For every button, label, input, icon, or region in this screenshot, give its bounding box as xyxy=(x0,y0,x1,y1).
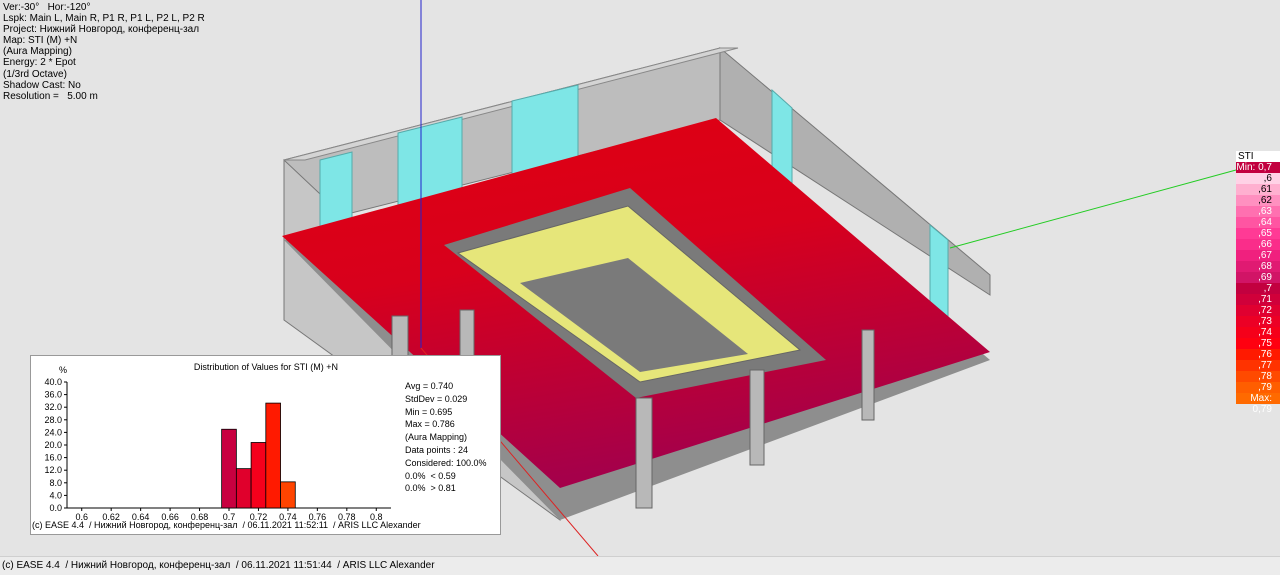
info-line: (1/3rd Octave) xyxy=(3,68,67,80)
legend-row: ,61 xyxy=(1236,184,1280,195)
column-1 xyxy=(635,397,653,509)
y-tick-label: 24.0 xyxy=(44,427,62,437)
y-axis-unit: % xyxy=(59,365,67,375)
legend-row: ,79 xyxy=(1236,382,1280,393)
info-line: Energy: 2 * Epot xyxy=(3,57,76,69)
legend-row: ,7 xyxy=(1236,283,1280,294)
legend-row: ,66 xyxy=(1236,239,1280,250)
legend-row: ,65 xyxy=(1236,228,1280,239)
y-tick-label: 0.0 xyxy=(49,503,62,513)
histogram-bar xyxy=(250,442,267,509)
info-line: Map: STI (M) +N xyxy=(3,35,78,47)
info-line: Project: Нижний Новгород, конференц-зал xyxy=(3,24,200,36)
legend-row: ,73 xyxy=(1236,316,1280,327)
y-tick-label: 12.0 xyxy=(44,465,62,475)
legend-row: ,76 xyxy=(1236,349,1280,360)
column-3 xyxy=(861,329,875,421)
legend-row: ,75 xyxy=(1236,338,1280,349)
legend-row: ,67 xyxy=(1236,250,1280,261)
stat-line: Min = 0.695 xyxy=(405,406,453,417)
stat-line: Considered: 100.0% xyxy=(405,457,487,468)
axis-y xyxy=(949,169,1237,249)
y-tick-label: 32.0 xyxy=(44,402,62,412)
info-line: Ver:-30° Hor:-120° xyxy=(3,2,91,13)
stat-line: Avg = 0.740 xyxy=(405,381,454,391)
status-bar: (c) EASE 4.4 / Нижний Новгород, конферен… xyxy=(0,556,1280,575)
info-line: Shadow Cast: No xyxy=(3,79,81,91)
histogram-title: Distribution of Values for STI (M) +N xyxy=(194,362,338,372)
histogram-stats: Avg = 0.740 StdDev = 0.029 Min = 0.695 M… xyxy=(405,380,487,495)
column-2 xyxy=(749,369,765,466)
histogram-bar xyxy=(280,481,296,509)
stat-line: 0.0% < 0.59 xyxy=(405,470,456,481)
legend-row: ,74 xyxy=(1236,327,1280,338)
histogram-bar xyxy=(221,428,237,509)
y-tick-label: 4.0 xyxy=(49,490,62,500)
y-tick-label: 8.0 xyxy=(49,478,62,488)
info-line: Resolution = 5.00 m xyxy=(3,90,98,102)
legend-row: Min: 0,7 xyxy=(1236,162,1280,173)
sti-color-legend: STI Min: 0,7,6,61,62,63,64,65,66,67,68,6… xyxy=(1236,151,1280,415)
view-info: Ver:-30° Hor:-120° Lspk: Main L, Main R,… xyxy=(3,2,205,102)
y-tick-label: 20.0 xyxy=(44,440,62,450)
legend-row: ,63 xyxy=(1236,206,1280,217)
stat-line: StdDev = 0.029 xyxy=(405,393,468,404)
legend-row: ,64 xyxy=(1236,217,1280,228)
stat-line: 0.0% > 0.81 xyxy=(405,483,456,494)
legend-row: ,68 xyxy=(1236,261,1280,272)
y-tick-label: 40.0 xyxy=(44,377,62,387)
histogram-window[interactable]: Distribution of Values for STI (M) +N% 0.… xyxy=(30,355,501,535)
legend-row: ,6 xyxy=(1236,173,1280,184)
info-line: (Aura Mapping) xyxy=(3,46,72,58)
legend-row: ,72 xyxy=(1236,305,1280,316)
legend-title: STI xyxy=(1238,151,1254,162)
stat-line: (Aura Mapping) xyxy=(405,432,468,443)
stat-line: Max = 0.786 xyxy=(405,419,455,430)
legend-row: ,62 xyxy=(1236,195,1280,206)
stat-line: Data points : 24 xyxy=(405,444,469,455)
y-tick-label: 16.0 xyxy=(44,453,62,463)
histogram-bar xyxy=(235,468,252,509)
column-5 xyxy=(391,315,409,361)
y-tick-label: 36.0 xyxy=(44,390,62,400)
legend-row: Max: 0,79 xyxy=(1236,393,1280,415)
legend-row: ,78 xyxy=(1236,371,1280,382)
legend-row: ,77 xyxy=(1236,360,1280,371)
histogram-bar xyxy=(265,402,281,509)
histogram-footer: (c) EASE 4.4 / Нижний Новгород, конферен… xyxy=(32,520,421,530)
legend-row: ,71 xyxy=(1236,294,1280,305)
legend-row: ,69 xyxy=(1236,272,1280,283)
y-tick-label: 28.0 xyxy=(44,415,62,425)
info-line: Lspk: Main L, Main R, P1 R, P1 L, P2 L, … xyxy=(3,13,205,25)
